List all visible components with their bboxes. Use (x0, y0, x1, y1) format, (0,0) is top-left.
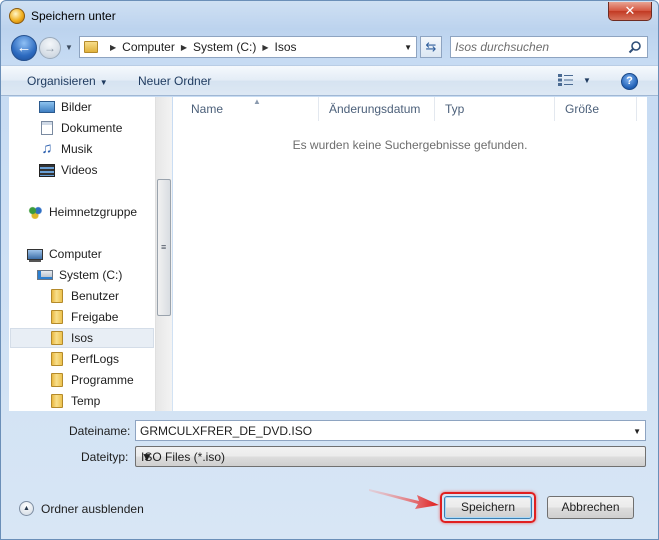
breadcrumb-system-drive[interactable]: System (C:) (193, 40, 256, 54)
column-header-label: Name (191, 102, 224, 116)
address-dropdown-icon[interactable]: ▼ (404, 43, 412, 52)
nav-item-label: PerfLogs (71, 352, 120, 366)
breadcrumb-isos[interactable]: Isos (275, 40, 297, 54)
search-icon[interactable] (628, 40, 642, 54)
folder-icon (51, 289, 63, 303)
nav-item-computer[interactable]: Computer (27, 244, 102, 264)
nav-item-label: Isos (71, 331, 94, 345)
forward-button[interactable]: → (39, 37, 61, 59)
filetype-label: Dateityp: (81, 450, 129, 464)
nav-item-label: Musik (61, 142, 93, 156)
nav-item-label: Benutzer (71, 289, 120, 303)
close-button[interactable]: ✕ (608, 2, 652, 21)
pictures-icon (39, 101, 55, 113)
folder-icon (51, 352, 63, 366)
folder-icon (51, 394, 63, 408)
address-bar[interactable]: ▶ Computer ▶ System (C:) ▶ Isos ▼ (79, 36, 417, 58)
folder-icon (51, 310, 63, 324)
scrollbar-thumb[interactable]: ≡ (157, 179, 171, 316)
chevron-right-icon[interactable]: ▶ (262, 43, 268, 52)
back-button[interactable]: ← (11, 35, 37, 61)
view-options-icon[interactable] (558, 74, 574, 86)
breadcrumb-computer[interactable]: Computer (122, 40, 175, 54)
nav-scrollbar[interactable]: ≡ (155, 97, 172, 411)
nav-item-label: Freigabe (71, 310, 119, 324)
chevron-down-icon[interactable]: ▼ (141, 450, 641, 464)
nav-item-homegroup[interactable]: Heimnetzgruppe (27, 202, 137, 222)
nav-item-benutzer[interactable]: Benutzer (49, 286, 119, 306)
column-header-size[interactable]: Größe (555, 97, 637, 121)
nav-item-label: Dokumente (61, 121, 123, 135)
filename-combobox[interactable]: ▼ (135, 420, 646, 441)
title-bar: Speichern unter ✕ (1, 1, 658, 31)
empty-results-message: Es wurden keine Suchergebnisse gefunden. (292, 138, 528, 152)
command-bar: Organisieren ▼ Neuer Ordner ▼ ? (1, 65, 658, 96)
sort-ascending-icon: ▲ (253, 97, 261, 106)
navigation-pane[interactable]: Bilder Dokumente ♫ Musik Videos Heimnetz… (9, 97, 172, 411)
nav-item-label: Heimnetzgruppe (49, 205, 138, 219)
history-dropdown-icon[interactable]: ▼ (65, 43, 73, 52)
nav-item-perflogs[interactable]: PerfLogs (49, 349, 119, 369)
nav-item-freigabe[interactable]: Freigabe (49, 307, 118, 327)
red-arrow-annotation (369, 489, 439, 509)
nav-item-system-drive[interactable]: System (C:) (37, 265, 122, 285)
chevron-down-icon[interactable]: ▼ (633, 427, 641, 436)
chevron-right-icon[interactable]: ▶ (110, 43, 116, 52)
nav-item-label: Videos (61, 163, 98, 177)
organize-button[interactable]: Organisieren ▼ (27, 74, 108, 88)
filename-label: Dateiname: (69, 424, 131, 438)
nav-item-programme[interactable]: Programme (49, 370, 134, 390)
filename-input[interactable] (140, 423, 620, 439)
save-button[interactable]: Speichern (444, 496, 532, 519)
music-icon: ♫ (41, 140, 53, 157)
documents-icon (41, 121, 53, 135)
computer-icon (27, 248, 43, 260)
folder-icon (84, 41, 98, 53)
nav-item-music[interactable]: ♫ Musik (39, 139, 92, 159)
nav-item-label: Temp (71, 394, 101, 408)
save-as-dialog: Speichern unter ✕ ← → ▼ ▶ Computer ▶ Sys… (0, 0, 659, 540)
videos-icon (39, 163, 55, 177)
column-header-name[interactable]: Name ▲ (181, 97, 319, 121)
new-folder-button[interactable]: Neuer Ordner (138, 74, 211, 88)
chevron-up-icon: ▲ (19, 501, 34, 516)
nav-item-label: Bilder (61, 100, 92, 114)
chevron-right-icon[interactable]: ▶ (181, 43, 187, 52)
grip-icon: ≡ (161, 242, 167, 252)
cancel-button[interactable]: Abbrechen (547, 496, 634, 519)
hide-folders-label: Ordner ausblenden (41, 501, 144, 516)
chevron-down-icon: ▼ (99, 78, 108, 87)
refresh-button[interactable]: ⇆ (420, 36, 442, 58)
search-box[interactable] (450, 36, 648, 58)
filetype-select[interactable]: ISO Files (*.iso) ▼ (135, 446, 646, 467)
app-icon (9, 8, 25, 24)
window-title: Speichern unter (31, 9, 116, 23)
file-list[interactable]: Name ▲ Änderungsdatum Typ Größe Es wurde… (173, 97, 647, 411)
nav-item-isos[interactable]: Isos (10, 328, 154, 348)
drive-icon (37, 270, 53, 280)
column-header-date[interactable]: Änderungsdatum (319, 97, 435, 121)
help-icon[interactable]: ? (621, 73, 638, 90)
nav-item-documents[interactable]: Dokumente (39, 118, 122, 138)
column-header-type[interactable]: Typ (435, 97, 555, 121)
hide-folders-button[interactable]: ▲ Ordner ausblenden (19, 501, 144, 516)
nav-item-label: System (C:) (59, 268, 123, 282)
view-dropdown-icon[interactable]: ▼ (583, 76, 591, 85)
nav-item-videos[interactable]: Videos (39, 160, 97, 180)
nav-item-pictures[interactable]: Bilder (39, 97, 92, 117)
folder-icon (51, 331, 63, 345)
search-input[interactable] (455, 39, 623, 55)
folder-icon (51, 373, 63, 387)
organize-label: Organisieren (27, 74, 96, 88)
nav-item-label: Computer (49, 247, 102, 261)
homegroup-icon (27, 205, 43, 219)
nav-item-label: Programme (71, 373, 134, 387)
nav-item-temp[interactable]: Temp (49, 391, 100, 411)
